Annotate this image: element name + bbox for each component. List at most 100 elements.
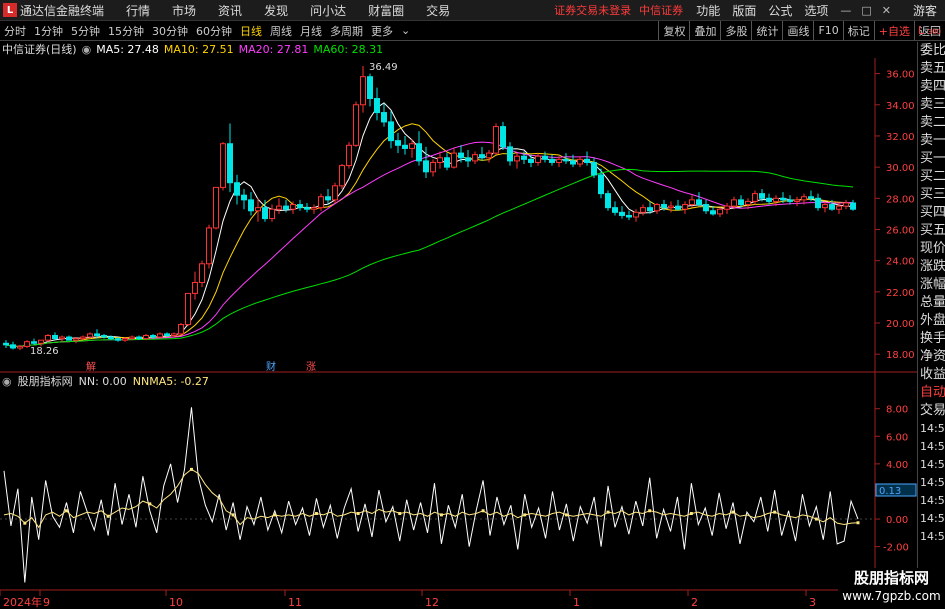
- login-status[interactable]: 证券交易未登录: [554, 2, 631, 18]
- side-pct[interactable]: 涨幅: [918, 276, 945, 294]
- menu-item-options[interactable]: 选项: [804, 2, 828, 19]
- side-volume[interactable]: 总量: [918, 294, 945, 312]
- period-intraday[interactable]: 分时: [0, 23, 30, 39]
- candle-body: [423, 160, 429, 173]
- side-turnover[interactable]: 换手: [918, 330, 945, 348]
- side-earnings[interactable]: 收益: [918, 366, 945, 384]
- candle-body: [724, 205, 730, 210]
- side-change[interactable]: 涨跌: [918, 258, 945, 276]
- side-buy4[interactable]: 买四: [918, 204, 945, 222]
- side-sell5[interactable]: 卖五: [918, 60, 945, 78]
- period-more[interactable]: 更多: [367, 23, 397, 39]
- candle-body: [836, 205, 842, 210]
- side-auto[interactable]: 自动: [918, 384, 945, 402]
- right-menu: 功能 版面 公式 选项 — □ ✕ 游客: [696, 0, 945, 20]
- period-60min[interactable]: 60分钟: [192, 23, 236, 39]
- tool-statistics[interactable]: 统计: [751, 21, 782, 40]
- menu-item-layout[interactable]: 版面: [732, 2, 756, 19]
- candle-body: [465, 157, 471, 162]
- menu-item-discover[interactable]: 发现: [264, 2, 288, 19]
- menu-item-ask[interactable]: 问小达: [310, 2, 346, 19]
- menu-item-formula[interactable]: 公式: [768, 2, 792, 19]
- side-weibi[interactable]: 委比: [918, 42, 945, 60]
- side-sell4[interactable]: 卖四: [918, 78, 945, 96]
- candle-body: [759, 193, 765, 199]
- corner-badge: L 300: [918, 24, 944, 40]
- side-price[interactable]: 现价: [918, 240, 945, 258]
- broker-name[interactable]: 中信证券: [639, 2, 683, 18]
- maximize-icon[interactable]: □: [861, 4, 871, 17]
- candle-body: [52, 334, 58, 340]
- event-marker-rise[interactable]: 涨: [306, 361, 316, 373]
- candle-body: [192, 281, 198, 294]
- price-tick-label: 28.00: [886, 194, 915, 205]
- candle-body: [696, 199, 702, 206]
- chevron-down-icon[interactable]: ⌄: [397, 24, 414, 37]
- candle-body: [458, 152, 464, 159]
- candle-body: [206, 227, 212, 265]
- menu-item-trade[interactable]: 交易: [426, 2, 450, 19]
- menu-item-news[interactable]: 资讯: [218, 2, 242, 19]
- candle-body: [493, 126, 499, 154]
- close-icon[interactable]: ✕: [882, 4, 891, 17]
- period-multi[interactable]: 多周期: [326, 23, 367, 39]
- candle-body: [143, 334, 149, 340]
- candle-body: [66, 336, 72, 341]
- tool-overlay[interactable]: 叠加: [689, 21, 720, 40]
- minimize-icon[interactable]: —: [840, 4, 851, 17]
- period-15min[interactable]: 15分钟: [104, 23, 148, 39]
- side-buy3[interactable]: 买三: [918, 186, 945, 204]
- period-1min[interactable]: 1分钟: [30, 23, 67, 39]
- candle-body: [675, 205, 681, 210]
- side-time-3: 14:56: [920, 458, 945, 471]
- side-buy1[interactable]: 买一: [918, 150, 945, 168]
- side-trade[interactable]: 交易: [918, 402, 945, 420]
- candle-body: [325, 196, 331, 201]
- menu-item-function[interactable]: 功能: [696, 2, 720, 19]
- nnma5-marker: [314, 512, 318, 516]
- price-chart[interactable]: 18.0020.0022.0024.0026.0028.0030.0032.00…: [0, 42, 917, 609]
- candle-body: [122, 338, 128, 341]
- date-tick-label: 12: [425, 596, 439, 609]
- price-tick-label: 36.00: [886, 70, 915, 81]
- period-daily[interactable]: 日线: [236, 23, 266, 39]
- tool-multi-stock[interactable]: 多股: [720, 21, 751, 40]
- menu-item-market[interactable]: 市场: [172, 2, 196, 19]
- tool-mark[interactable]: 标记: [842, 21, 874, 40]
- candle-body: [647, 207, 653, 212]
- menu-item-quotes[interactable]: 行情: [126, 2, 150, 19]
- price-tick-label: 24.00: [886, 257, 915, 268]
- candle-body: [157, 333, 163, 338]
- candle-body: [276, 205, 282, 210]
- price-tick-label: 20.00: [886, 319, 915, 330]
- tool-adjust[interactable]: 复权: [658, 21, 689, 40]
- candle-body: [38, 339, 44, 344]
- side-sell3[interactable]: 卖三: [918, 96, 945, 114]
- user-guest[interactable]: 游客: [913, 2, 937, 19]
- candle-body: [3, 342, 9, 346]
- side-buy5[interactable]: 买五: [918, 222, 945, 240]
- event-marker-finance[interactable]: 财: [266, 360, 276, 373]
- side-sell1[interactable]: 卖一: [918, 132, 945, 150]
- candle-body: [381, 112, 387, 123]
- candle-body: [129, 336, 135, 340]
- side-time-4: 14:56: [920, 476, 945, 489]
- candle-body: [80, 336, 86, 340]
- tool-add-watchlist[interactable]: +自选: [873, 21, 914, 40]
- period-toolbar: 分时 1分钟 5分钟 15分钟 30分钟 60分钟 日线 周线 月线 多周期 更…: [0, 21, 945, 41]
- menu-item-wealth[interactable]: 财富圈: [368, 2, 404, 19]
- side-time-2: 14:56: [920, 440, 945, 453]
- side-buy2[interactable]: 买二: [918, 168, 945, 186]
- tool-draw[interactable]: 画线: [782, 21, 813, 40]
- tool-f10[interactable]: F10: [813, 21, 842, 40]
- period-weekly[interactable]: 周线: [266, 23, 296, 39]
- period-5min[interactable]: 5分钟: [67, 23, 104, 39]
- period-30min[interactable]: 30分钟: [148, 23, 192, 39]
- side-time-6: 14:56: [920, 512, 945, 525]
- event-marker-unlock[interactable]: 解: [86, 360, 96, 373]
- side-outer[interactable]: 外盘: [918, 312, 945, 330]
- side-netasset[interactable]: 净资: [918, 348, 945, 366]
- period-monthly[interactable]: 月线: [296, 23, 326, 39]
- side-sell2[interactable]: 卖二: [918, 114, 945, 132]
- candle-body: [367, 76, 373, 100]
